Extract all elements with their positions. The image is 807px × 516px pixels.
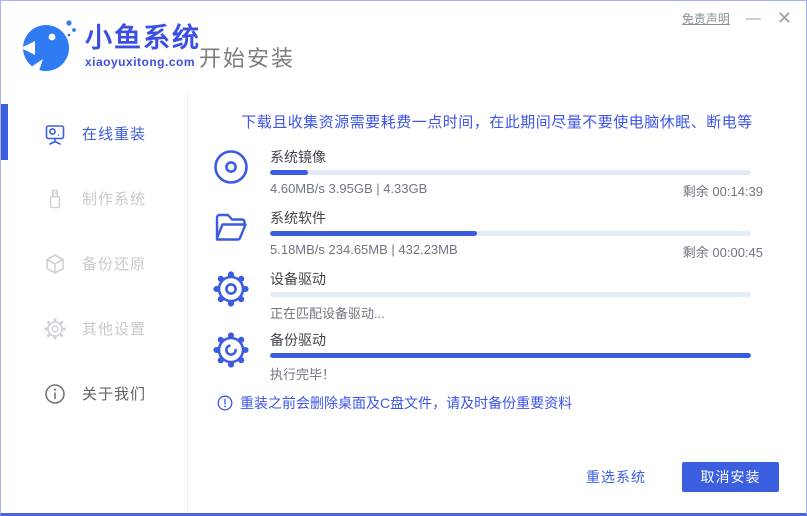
sidebar-item-label: 其他设置: [82, 321, 147, 338]
task-label: 备份驱动: [270, 332, 326, 348]
page-title: 开始安装: [199, 46, 296, 71]
window-controls: 免责声明 — ✕: [682, 9, 792, 27]
progress-bar: [270, 292, 751, 297]
sidebar-item-make-system[interactable]: 制作系统: [1, 166, 187, 231]
fish-logo-icon: [19, 15, 77, 77]
task-status: 执行完毕！: [270, 364, 763, 383]
progress-bar: [270, 231, 751, 236]
disc-icon: [211, 147, 251, 187]
sidebar-item-label: 关于我们: [82, 386, 147, 403]
task-label: 系统镜像: [270, 149, 326, 165]
disclaimer-link[interactable]: 免责声明: [682, 10, 730, 27]
progress-bar: [270, 353, 751, 358]
backup-warning: 重装之前会删除桌面及C盘文件，请及时备份重要资料: [217, 393, 572, 413]
task-row-system-software: 系统软件 5.18MB/s 234.65MB | 432.23MB 剩余 00:…: [189, 206, 805, 267]
app-logo: 小鱼系统 xiaoyuxitong.com: [19, 15, 201, 77]
progress-fill: [270, 353, 751, 358]
task-row-system-image: 系统镜像 4.60MB/s 3.95GB | 4.33GB 剩余 00:14:3…: [189, 145, 805, 206]
sidebar-item-online-reinstall[interactable]: 在线重装: [1, 101, 187, 166]
active-item-indicator: [1, 104, 8, 160]
sidebar: 在线重装 制作系统 备份还原 其他设置 关于我们: [1, 93, 188, 513]
exclamation-circle-icon: [217, 395, 233, 411]
task-status-left: 正在匹配设备驱动...: [270, 306, 385, 321]
backup-gear-icon: [211, 330, 251, 370]
task-row-backup-driver: 备份驱动 执行完毕！: [189, 328, 805, 389]
download-notice: 下载且收集资源需要耗费一点时间，在此期间尽量不要使电脑休眠、断电等: [241, 114, 753, 131]
gear-icon: [211, 269, 251, 309]
settings-icon: [43, 317, 67, 341]
task-status-right: 剩余 00:00:45: [682, 245, 763, 260]
logo-text: 小鱼系统 xiaoyuxitong.com: [85, 22, 201, 69]
sidebar-item-label: 制作系统: [82, 191, 147, 208]
make-system-icon: [43, 187, 67, 211]
sidebar-item-about-us[interactable]: 关于我们: [1, 361, 187, 426]
task-list: 系统镜像 4.60MB/s 3.95GB | 4.33GB 剩余 00:14:3…: [189, 145, 805, 389]
installer-window: 小鱼系统 xiaoyuxitong.com 开始安装 免责声明 — ✕ 在线重装: [0, 0, 807, 516]
backup-restore-icon: [43, 252, 67, 276]
task-status-left: 5.18MB/s 234.65MB | 432.23MB: [270, 242, 458, 257]
logo-name: 小鱼系统: [85, 22, 201, 53]
task-status: 正在匹配设备驱动...: [270, 303, 763, 322]
header: 小鱼系统 xiaoyuxitong.com 开始安装 免责声明 — ✕: [1, 1, 806, 93]
task-label: 设备驱动: [270, 271, 326, 287]
close-icon[interactable]: ✕: [777, 9, 792, 27]
task-status-left: 4.60MB/s 3.95GB | 4.33GB: [270, 181, 428, 196]
sidebar-item-label: 在线重装: [82, 126, 147, 143]
cancel-install-button[interactable]: 取消安装: [682, 462, 779, 492]
folder-icon: [211, 208, 251, 248]
minimize-icon[interactable]: —: [746, 11, 761, 26]
about-icon: [43, 382, 67, 406]
progress-bar: [270, 170, 751, 175]
task-status-left: 执行完毕！: [270, 367, 336, 382]
logo-subtitle: xiaoyuxitong.com: [85, 54, 196, 69]
task-label: 系统软件: [270, 210, 326, 226]
task-status: 5.18MB/s 234.65MB | 432.23MB 剩余 00:00:45: [270, 242, 763, 261]
task-status-right: 剩余 00:14:39: [682, 184, 763, 199]
sidebar-item-label: 备份还原: [82, 256, 147, 273]
reselect-system-button[interactable]: 重选系统: [586, 467, 646, 487]
sidebar-item-backup-restore[interactable]: 备份还原: [1, 231, 187, 296]
task-row-device-driver: 设备驱动 正在匹配设备驱动...: [189, 267, 805, 328]
progress-fill: [270, 170, 309, 175]
online-reinstall-icon: [43, 122, 67, 146]
task-status: 4.60MB/s 3.95GB | 4.33GB 剩余 00:14:39: [270, 181, 763, 200]
sidebar-item-other-settings[interactable]: 其他设置: [1, 296, 187, 361]
footer-actions: 重选系统 取消安装: [586, 462, 779, 492]
progress-fill: [270, 231, 477, 236]
backup-warning-text: 重装之前会删除桌面及C盘文件，请及时备份重要资料: [240, 395, 573, 411]
main-content: 下载且收集资源需要耗费一点时间，在此期间尽量不要使电脑休眠、断电等 系统镜像 4…: [189, 93, 805, 510]
